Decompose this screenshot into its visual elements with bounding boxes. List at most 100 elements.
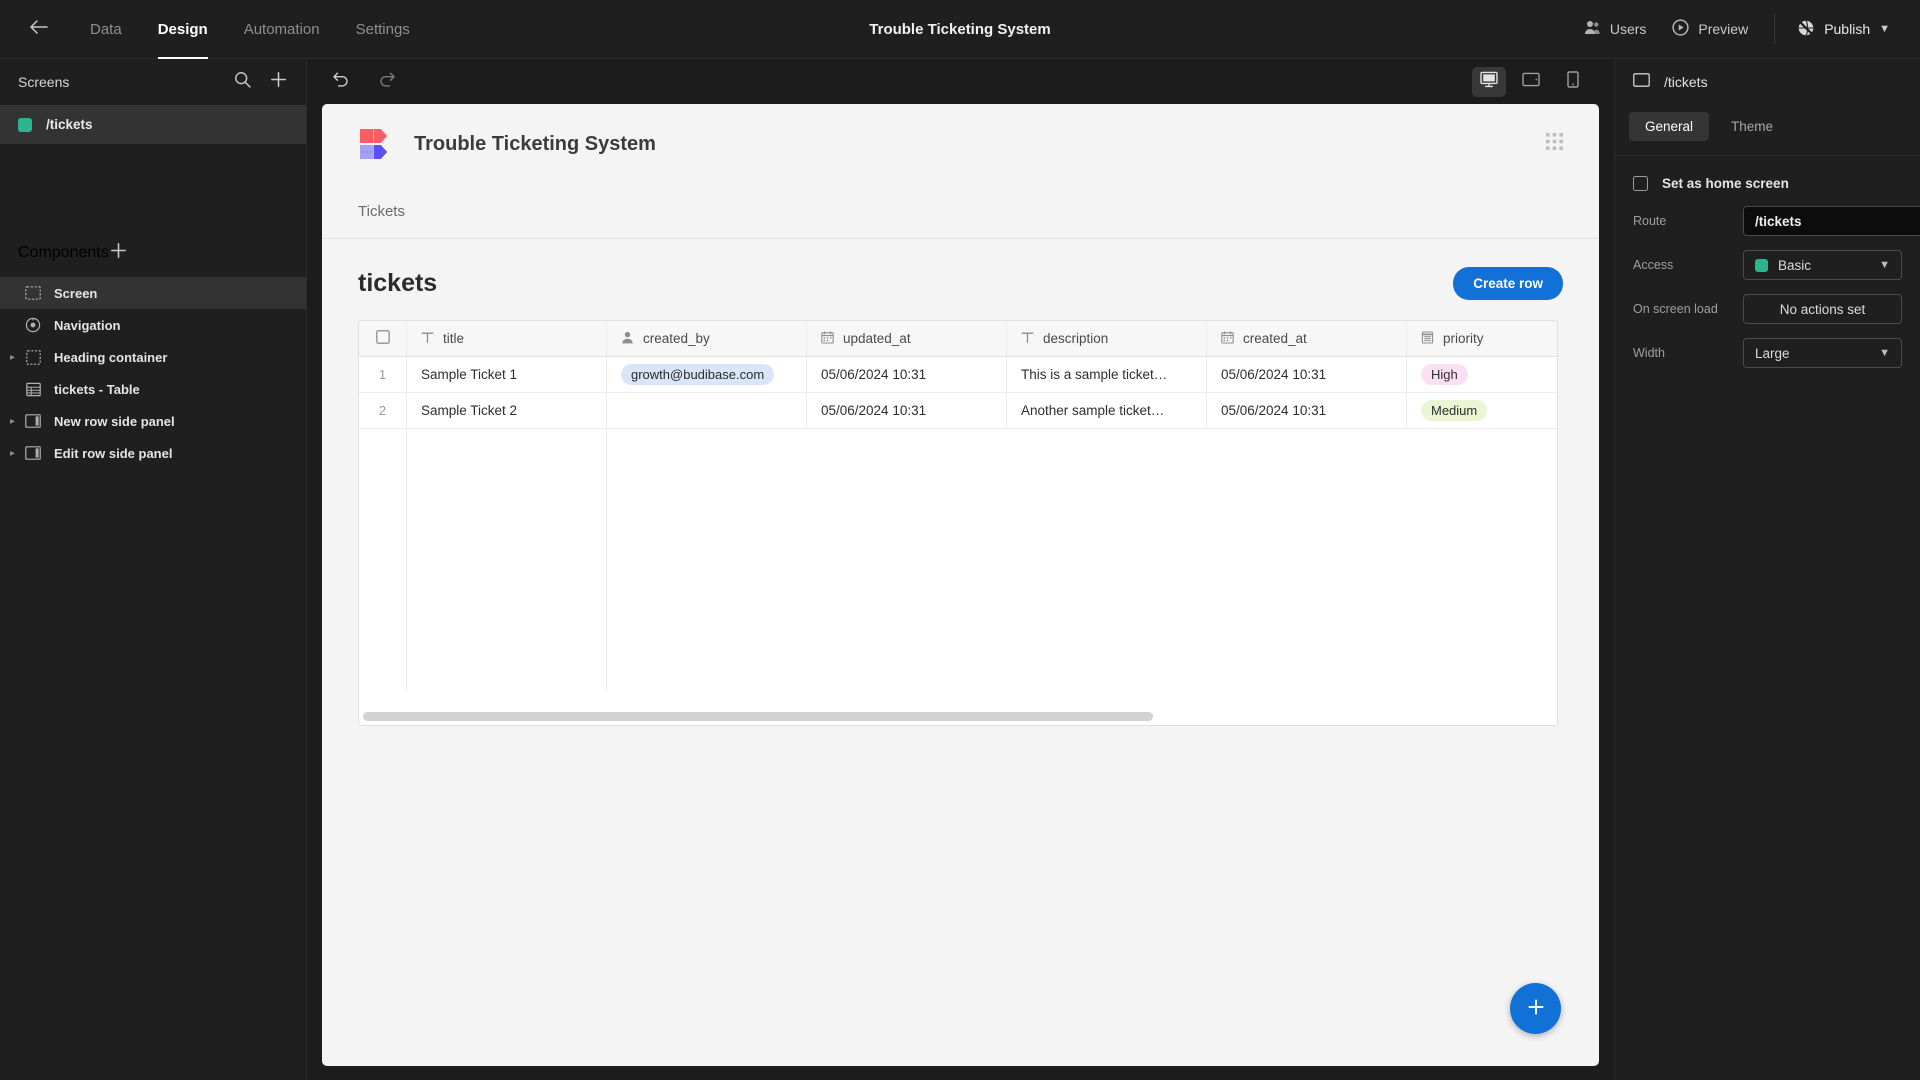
grid-column-header-description[interactable]: description [1007, 321, 1207, 356]
on-screen-load-label: On screen load [1633, 302, 1718, 316]
right-panel-header: /tickets [1615, 59, 1920, 105]
nav-tab-automation[interactable]: Automation [226, 0, 338, 59]
tab-theme[interactable]: Theme [1715, 112, 1789, 141]
component-item-edit-row-side-panel[interactable]: ▸ Edit row side panel [0, 437, 306, 469]
users-icon [1584, 20, 1601, 38]
expand-caret-icon[interactable]: ▸ [10, 352, 22, 363]
cell-updated-at[interactable]: 05/06/2024 10:31 [807, 393, 1007, 428]
chevron-down-icon: ▼ [1879, 347, 1890, 359]
table-icon [24, 380, 42, 398]
right-panel-tabs: General Theme [1615, 105, 1920, 147]
side-panel-icon [24, 412, 42, 430]
set-home-screen-label: Set as home screen [1662, 176, 1789, 191]
nav-tab-data[interactable]: Data [72, 0, 140, 59]
cell-description[interactable]: Another sample ticket… [1007, 393, 1207, 428]
grid-column-header-priority[interactable]: priority [1407, 321, 1557, 356]
cell-created-at[interactable]: 05/06/2024 10:31 [1207, 393, 1407, 428]
column-label: created_at [1243, 331, 1307, 346]
cell-created-by[interactable]: growth@budibase.com [607, 357, 807, 392]
width-label: Width [1633, 346, 1665, 360]
column-label: created_by [643, 331, 710, 346]
device-desktop-button[interactable] [1472, 66, 1506, 97]
components-panel-header: Components [0, 229, 306, 277]
play-circle-icon [1672, 19, 1690, 39]
component-label: Heading container [54, 349, 168, 365]
column-label: title [443, 331, 465, 346]
component-item-new-row-side-panel[interactable]: ▸ New row side panel [0, 405, 306, 437]
checkbox-icon [1633, 176, 1648, 191]
priority-badge: Medium [1421, 400, 1488, 421]
component-item-tickets-table[interactable]: ▸ tickets - Table [0, 373, 306, 405]
create-row-button[interactable]: Create row [1453, 267, 1563, 300]
publish-label: Publish [1824, 21, 1871, 37]
back-button[interactable] [16, 0, 62, 59]
cell-updated-at[interactable]: 05/06/2024 10:31 [807, 357, 1007, 392]
grid-column-header-created-by[interactable]: created_by [607, 321, 807, 356]
add-screen-button[interactable] [268, 72, 288, 92]
component-item-screen[interactable]: ▸ Screen [0, 277, 306, 309]
floating-add-button[interactable] [1510, 983, 1561, 1034]
screen-route-label: /tickets [46, 117, 93, 132]
width-value: Large [1755, 345, 1790, 361]
nav-link-tickets[interactable]: Tickets [358, 203, 405, 220]
component-item-navigation[interactable]: ▸ Navigation [0, 309, 306, 341]
undo-button[interactable] [331, 72, 351, 92]
expand-caret-icon[interactable]: ▸ [10, 448, 22, 459]
cell-priority[interactable]: Medium [1407, 393, 1557, 428]
email-pill: growth@budibase.com [621, 364, 775, 385]
cell-title[interactable]: Sample Ticket 1 [407, 357, 607, 392]
grid-horizontal-scrollbar[interactable] [363, 712, 1153, 721]
cell-created-at[interactable]: 05/06/2024 10:31 [1207, 357, 1407, 392]
canvas-toolbar [307, 59, 1614, 104]
width-select[interactable]: Large ▼ [1743, 338, 1902, 368]
text-icon [421, 331, 434, 347]
column-label: priority [1443, 331, 1484, 346]
publish-button[interactable]: Publish ▼ [1775, 0, 1912, 59]
cell-created-by[interactable] [607, 393, 807, 428]
row-number: 1 [359, 357, 407, 392]
chevron-down-icon: ▼ [1879, 259, 1890, 271]
route-input[interactable] [1743, 206, 1920, 236]
user-icon [621, 331, 634, 347]
device-mobile-button[interactable] [1556, 67, 1590, 97]
expand-caret-icon[interactable]: ▸ [10, 416, 22, 427]
access-label: Access [1633, 258, 1674, 272]
preview-button[interactable]: Preview [1672, 19, 1748, 39]
grid-column-header-title[interactable]: title [407, 321, 607, 356]
on-screen-load-button[interactable]: No actions set [1743, 294, 1902, 324]
access-select[interactable]: Basic ▼ [1743, 250, 1902, 280]
add-component-button[interactable] [109, 243, 129, 263]
nav-tab-settings[interactable]: Settings [338, 0, 428, 59]
app-grid-icon[interactable] [1546, 133, 1563, 155]
users-button[interactable]: Users [1584, 20, 1646, 38]
cell-title[interactable]: Sample Ticket 2 [407, 393, 607, 428]
screen-access-color-dot [18, 117, 32, 132]
grid-column-header-updated-at[interactable]: updated_at [807, 321, 1007, 356]
set-home-screen-toggle[interactable]: Set as home screen [1615, 156, 1920, 199]
nav-tab-design[interactable]: Design [140, 0, 226, 59]
page-title: tickets [358, 269, 438, 297]
screens-panel-header: Screens [0, 59, 306, 105]
component-item-heading-container[interactable]: ▸ Heading container [0, 341, 306, 373]
select-all-checkbox[interactable] [359, 321, 407, 356]
redo-button[interactable] [377, 72, 397, 92]
calendar-icon [821, 330, 834, 347]
cell-priority[interactable]: High [1407, 357, 1557, 392]
preview-app-title: Trouble Ticketing System [414, 132, 656, 155]
access-value: Basic [1778, 257, 1812, 273]
plus-icon [270, 71, 287, 93]
table-header-bar: tickets Create row [358, 267, 1563, 300]
grid-column-header-created-at[interactable]: created_at [1207, 321, 1407, 356]
options-icon [1421, 330, 1434, 347]
column-label: description [1043, 331, 1109, 346]
table-row[interactable]: 2 Sample Ticket 2 05/06/2024 10:31 Anoth… [359, 393, 1557, 429]
table-row[interactable]: 1 Sample Ticket 1 growth@budibase.com 05… [359, 357, 1557, 393]
sidebar-item-tickets[interactable]: /tickets [0, 105, 306, 144]
cell-description[interactable]: This is a sample ticket… [1007, 357, 1207, 392]
device-tablet-button[interactable] [1514, 67, 1548, 97]
component-label: New row side panel [54, 413, 175, 429]
search-screens-button[interactable] [232, 72, 252, 92]
canvas-area: Trouble Ticketing System Tickets tickets… [307, 59, 1614, 1080]
text-icon [1021, 331, 1034, 347]
tab-general[interactable]: General [1629, 111, 1710, 141]
